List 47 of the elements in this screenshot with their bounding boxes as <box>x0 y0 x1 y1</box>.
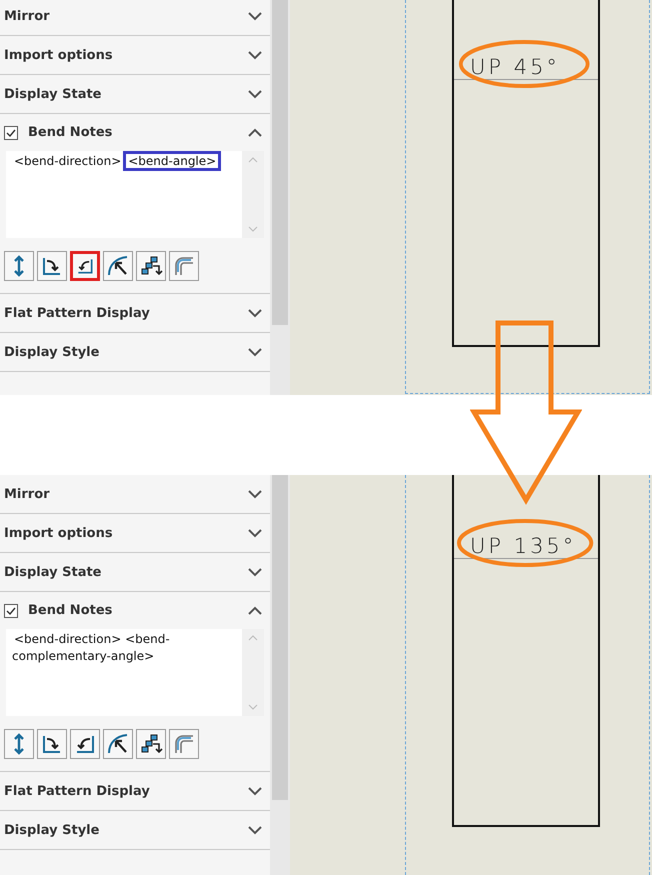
chevron-down-icon[interactable] <box>248 308 262 318</box>
arc-arrow-icon <box>106 732 130 756</box>
scrollbar-thumb[interactable] <box>272 0 288 325</box>
section-title: Flat Pattern Display <box>4 784 150 798</box>
checkbox[interactable] <box>4 604 18 618</box>
toolbar-button[interactable] <box>136 729 166 759</box>
chevron-down-icon[interactable] <box>248 568 262 576</box>
section-title: Import options <box>4 526 113 540</box>
section-title: Display State <box>4 564 102 580</box>
pipe-elbow-icon <box>172 254 196 278</box>
toolbar-button[interactable] <box>70 251 100 281</box>
toolbar-button[interactable] <box>70 729 100 759</box>
section-title: Bend Notes <box>28 125 112 140</box>
stacked-blocks-icon <box>139 254 163 278</box>
note-text: <bend-direction> <box>13 154 122 168</box>
section-title: Display Style <box>4 344 100 360</box>
highlighted-text: <bend-angle> <box>123 151 222 171</box>
checkbox[interactable] <box>4 126 18 140</box>
section-title: Mirror <box>4 486 50 502</box>
chevron-up-icon[interactable] <box>248 128 262 137</box>
section-title: Display State <box>4 86 102 102</box>
toolbar-button[interactable] <box>37 729 67 759</box>
note-text: <bend-direction> <bend-complementary-angle> <box>12 632 170 663</box>
chevron-down-icon[interactable] <box>248 786 262 796</box>
section-title: Flat Pattern Display <box>4 306 150 320</box>
toolbar-button[interactable] <box>37 251 67 281</box>
chevron-down-icon[interactable] <box>248 90 262 98</box>
section-title: Display Style <box>4 822 100 838</box>
toolbar-button[interactable] <box>103 251 133 281</box>
bend-note: UP 45° <box>470 55 560 79</box>
scrollbar-thumb[interactable] <box>272 475 288 800</box>
section-title: Mirror <box>4 8 50 24</box>
chevron-down-icon[interactable] <box>248 12 262 20</box>
chevron-down-icon[interactable] <box>248 490 262 498</box>
chevron-down-icon[interactable] <box>248 348 262 356</box>
toolbar-button[interactable] <box>103 729 133 759</box>
pipe-elbow-icon <box>172 732 196 756</box>
section-title: Bend Notes <box>28 603 112 618</box>
stacked-blocks-icon <box>139 732 163 756</box>
chevron-down-icon[interactable] <box>248 50 262 60</box>
bend-note: UP 135° <box>470 534 576 558</box>
chevron-up-icon[interactable] <box>248 606 262 615</box>
chevron-down-icon[interactable] <box>248 826 262 834</box>
chevron-down-icon[interactable] <box>248 528 262 538</box>
section-title: Import options <box>4 48 113 62</box>
arc-arrow-icon <box>106 254 130 278</box>
toolbar-button[interactable] <box>136 251 166 281</box>
